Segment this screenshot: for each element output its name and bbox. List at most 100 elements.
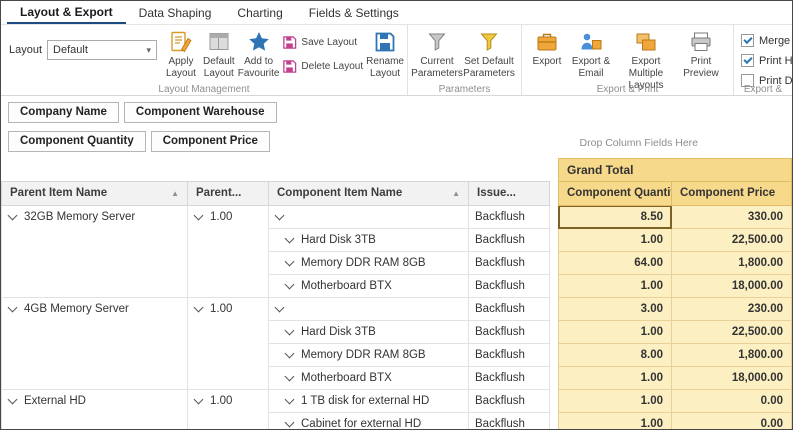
filter-fields-row: Company Name Component Warehouse [8,102,277,123]
print-headers-checkbox[interactable]: Print Headers [741,54,792,67]
save-layout-button[interactable]: Save Layout [282,35,363,50]
issue-method-cell[interactable]: Backflush [469,275,550,298]
component-item-cell[interactable]: Cabinet for external HD [269,413,469,430]
column-header-parent-qty[interactable]: Parent... [188,182,269,206]
chevron-down-icon[interactable] [194,395,204,405]
rename-layout-button[interactable]: Rename Layout [366,27,404,80]
column-header-label: Parent... [196,187,241,199]
ribbon: Layout Default ▾ Apply Layout Default La… [1,25,792,96]
component-price-cell[interactable]: 18,000.00 [672,275,792,298]
component-item-cell[interactable] [269,206,469,229]
chevron-down-icon[interactable] [194,303,204,313]
component-item-cell[interactable]: Hard Disk 3TB [269,229,469,252]
issue-method-cell[interactable]: Backflush [469,344,550,367]
component-item-cell[interactable]: Motherboard BTX [269,275,469,298]
component-qty-cell[interactable]: 64.00 [559,252,672,275]
cell-text: Motherboard BTX [301,280,392,292]
component-qty-cell[interactable]: 8.00 [559,344,672,367]
field-chip-component-price[interactable]: Component Price [151,131,270,152]
tab-charting[interactable]: Charting [224,2,295,24]
parent-qty-cell[interactable]: 1.00 [188,390,269,430]
issue-method-cell[interactable]: Backflush [469,390,550,413]
chevron-down-icon[interactable] [285,280,295,290]
component-qty-cell[interactable]: 1.00 [559,367,672,390]
component-item-cell[interactable]: Memory DDR RAM 8GB [269,252,469,275]
column-header-component-price[interactable]: Component Price [672,182,792,206]
component-qty-cell[interactable]: 1.00 [559,321,672,344]
apply-layout-button[interactable]: Apply Layout [162,27,200,80]
component-item-cell[interactable] [269,298,469,321]
default-layout-button[interactable]: Default Layout [200,27,238,80]
parent-qty-cell[interactable]: 1.00 [188,298,269,390]
component-qty-cell[interactable]: 1.00 [559,275,672,298]
component-item-cell[interactable]: Motherboard BTX [269,367,469,390]
component-qty-cell[interactable]: 1.00 [559,390,672,413]
component-price-cell[interactable]: 330.00 [672,206,792,229]
component-price-cell[interactable]: 1,800.00 [672,252,792,275]
add-to-favourite-button[interactable]: Add to Favourite [238,27,280,80]
chevron-down-icon[interactable] [8,303,18,313]
chevron-down-icon[interactable] [285,372,295,382]
tab-fields-settings[interactable]: Fields & Settings [296,2,412,24]
chevron-down-icon[interactable] [285,349,295,359]
print-preview-button[interactable]: Print Preview [679,27,723,80]
column-header-component-qty[interactable]: Component Quantity [559,182,672,206]
issue-method-cell[interactable]: Backflush [469,367,550,390]
component-qty-cell[interactable]: 1.00 [559,229,672,252]
component-price-cell[interactable]: 18,000.00 [672,367,792,390]
export-button[interactable]: Export [525,27,569,68]
issue-method-cell[interactable]: Backflush [469,252,550,275]
component-qty-cell[interactable]: 1.00 [559,413,672,430]
tab-layout-export[interactable]: Layout & Export [7,1,126,24]
chevron-down-icon[interactable] [8,211,18,221]
default-layout-icon [207,30,231,54]
component-price-cell[interactable]: 230.00 [672,298,792,321]
chevron-down-icon[interactable] [285,326,295,336]
chevron-down-icon[interactable] [285,418,295,428]
component-price-cell[interactable]: 22,500.00 [672,321,792,344]
column-header-issue-method[interactable]: Issue... [469,182,550,206]
set-default-parameters-button[interactable]: Set Default Parameters [463,27,515,80]
component-qty-cell[interactable]: 3.00 [559,298,672,321]
issue-method-cell[interactable]: Backflush [469,206,550,229]
cell-text: Motherboard BTX [301,372,392,384]
component-item-cell[interactable]: 1 TB disk for external HD [269,390,469,413]
tab-data-shaping[interactable]: Data Shaping [126,2,225,24]
parent-item-cell[interactable]: 32GB Memory Server [2,206,188,298]
issue-method-cell[interactable]: Backflush [469,413,550,430]
issue-method-cell[interactable]: Backflush [469,321,550,344]
component-item-cell[interactable]: Hard Disk 3TB [269,321,469,344]
grand-total-header[interactable]: Grand Total [559,159,792,182]
component-qty-cell[interactable]: 8.50 [559,206,672,229]
component-price-cell[interactable]: 1,800.00 [672,344,792,367]
issue-method-cell[interactable]: Backflush [469,229,550,252]
ribbon-tab-bar: Layout & Export Data Shaping Charting Fi… [1,1,792,25]
field-chip-company-name[interactable]: Company Name [8,102,119,123]
field-chip-component-warehouse[interactable]: Component Warehouse [124,102,277,123]
component-price-cell[interactable]: 0.00 [672,390,792,413]
layout-select[interactable]: Default ▾ [47,40,157,60]
chevron-down-icon[interactable] [275,303,285,313]
chevron-down-icon[interactable] [8,395,18,405]
export-multiple-layouts-button[interactable]: Export Multiple Layouts [613,27,679,91]
column-header-component-item[interactable]: ▲Component Item Name [269,182,469,206]
star-icon [247,30,271,54]
export-email-button[interactable]: Export & Email [569,27,613,80]
chevron-down-icon[interactable] [285,257,295,267]
component-item-cell[interactable]: Memory DDR RAM 8GB [269,344,469,367]
chevron-down-icon[interactable] [194,211,204,221]
parent-item-cell[interactable]: External HD [2,390,188,430]
delete-layout-button[interactable]: Delete Layout [282,59,363,74]
parent-qty-cell[interactable]: 1.00 [188,206,269,298]
component-price-cell[interactable]: 0.00 [672,413,792,430]
field-chip-component-quantity[interactable]: Component Quantity [8,131,146,152]
issue-method-cell[interactable]: Backflush [469,298,550,321]
chevron-down-icon[interactable] [285,234,295,244]
merge-cells-checkbox[interactable]: Merge Cells [741,34,792,47]
current-parameters-button[interactable]: Current Parameters [411,27,463,80]
chevron-down-icon[interactable] [285,395,295,405]
chevron-down-icon[interactable] [275,211,285,221]
parent-item-cell[interactable]: 4GB Memory Server [2,298,188,390]
column-header-parent-item[interactable]: ▲Parent Item Name [2,182,188,206]
component-price-cell[interactable]: 22,500.00 [672,229,792,252]
